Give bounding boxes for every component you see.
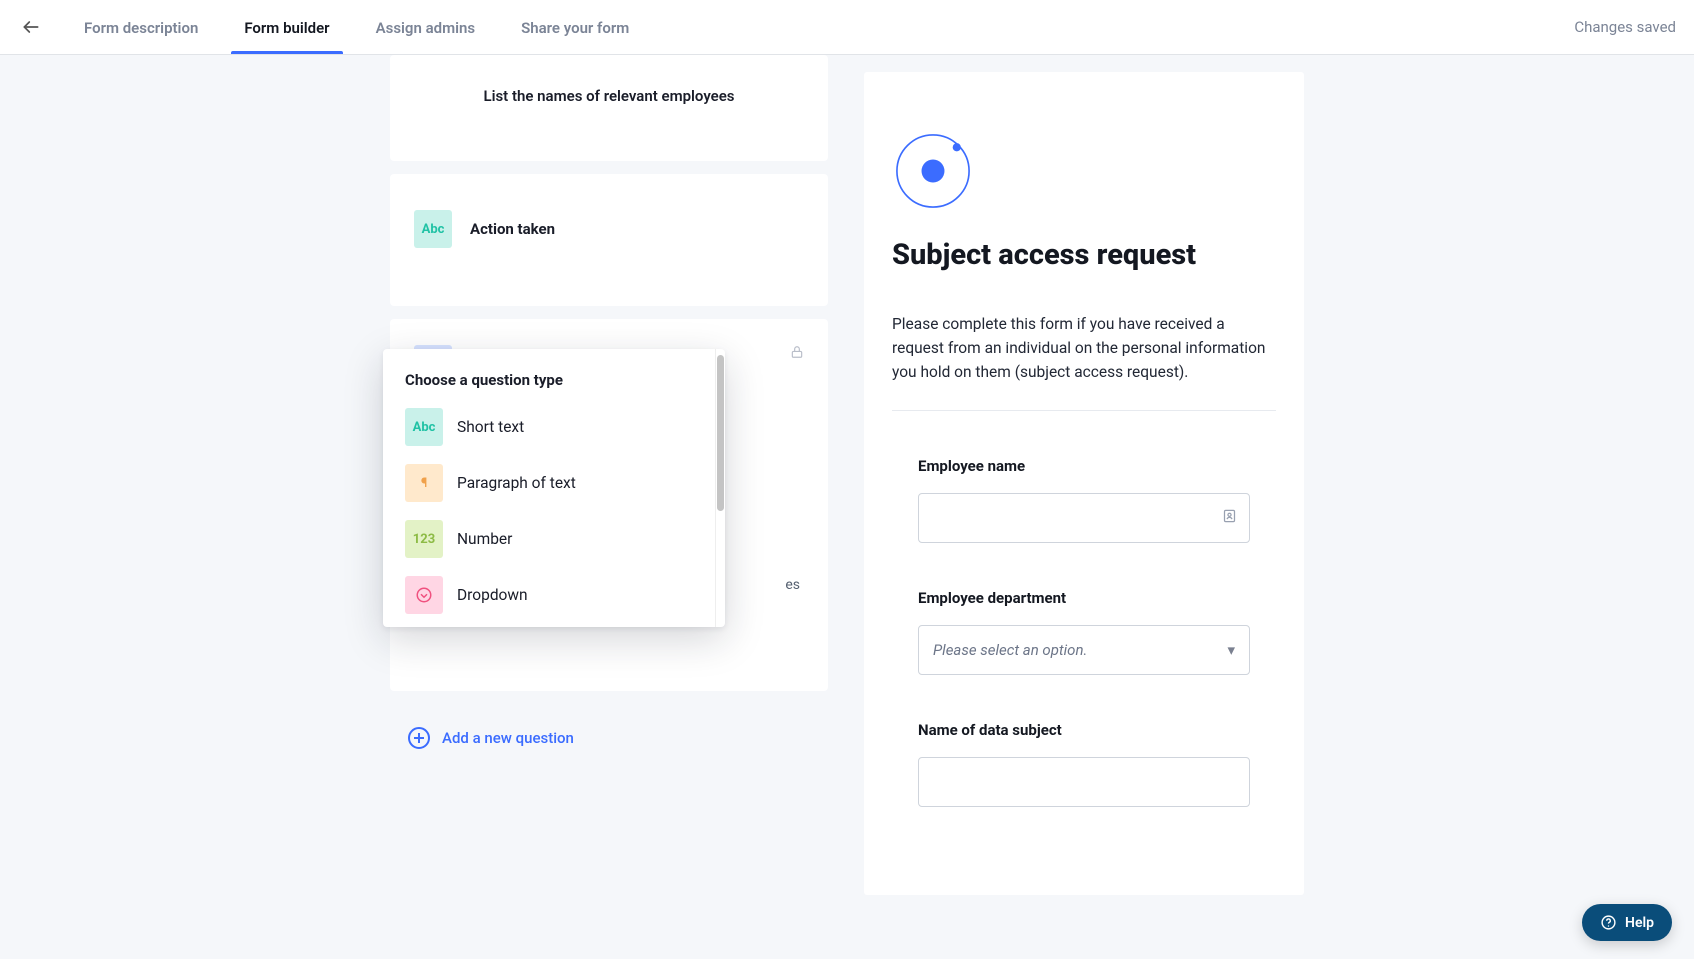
popover-option-dropdown[interactable]: Dropdown bbox=[383, 567, 725, 623]
field-label: Name of data subject bbox=[918, 721, 1250, 739]
builder-column: List the names of relevant employees Abc… bbox=[390, 55, 828, 895]
hidden-card-fragment: es bbox=[785, 577, 800, 593]
tab-strip: Form description Form builder Assign adm… bbox=[84, 2, 629, 53]
data-subject-input[interactable] bbox=[918, 757, 1250, 807]
preview-description: Please complete this form if you have re… bbox=[892, 312, 1276, 384]
add-question-button[interactable]: Add a new question bbox=[408, 727, 828, 749]
tab-assign-admins[interactable]: Assign admins bbox=[376, 2, 476, 53]
dropdown-icon bbox=[405, 576, 443, 614]
field-label: Employee name bbox=[918, 457, 1250, 475]
question-title: Action taken bbox=[470, 220, 555, 238]
top-bar: Form description Form builder Assign adm… bbox=[0, 0, 1694, 55]
tab-form-description[interactable]: Form description bbox=[84, 2, 198, 53]
question-type-popover: Choose a question type Abc Short text ¶ … bbox=[383, 349, 725, 627]
divider bbox=[892, 410, 1276, 411]
question-card[interactable]: List the names of relevant employees bbox=[390, 55, 828, 161]
popover-option-label: Short text bbox=[457, 418, 524, 436]
popover-option-label: Paragraph of text bbox=[457, 474, 576, 492]
tab-form-builder[interactable]: Form builder bbox=[244, 2, 329, 53]
work-area: List the names of relevant employees Abc… bbox=[0, 55, 1694, 895]
popover-option-number[interactable]: 123 Number bbox=[383, 511, 725, 567]
form-logo-icon bbox=[892, 130, 1276, 216]
question-card[interactable]: Abc Action taken bbox=[390, 174, 828, 306]
help-button[interactable]: Help bbox=[1582, 904, 1672, 941]
number-icon: 123 bbox=[405, 520, 443, 558]
contact-card-icon bbox=[1222, 509, 1237, 528]
help-label: Help bbox=[1625, 915, 1654, 931]
preview-field-employee-name: Employee name bbox=[918, 457, 1250, 543]
arrow-left-icon bbox=[21, 17, 41, 37]
select-placeholder: Please select an option. bbox=[933, 641, 1087, 659]
preview-panel: Subject access request Please complete t… bbox=[864, 72, 1304, 895]
type-badge-short-text: Abc bbox=[414, 210, 452, 248]
short-text-icon: Abc bbox=[405, 408, 443, 446]
question-title: List the names of relevant employees bbox=[414, 87, 804, 105]
save-status: Changes saved bbox=[1574, 18, 1676, 36]
preview-title: Subject access request bbox=[892, 238, 1276, 272]
tab-share-form[interactable]: Share your form bbox=[521, 2, 629, 53]
help-icon bbox=[1600, 914, 1617, 931]
field-label: Employee department bbox=[918, 589, 1250, 607]
lock-icon bbox=[790, 345, 804, 363]
popover-option-short-text[interactable]: Abc Short text bbox=[383, 399, 725, 455]
preview-field-employee-department: Employee department Please select an opt… bbox=[918, 589, 1250, 675]
preview-field-data-subject: Name of data subject bbox=[918, 721, 1250, 807]
popover-option-paragraph[interactable]: ¶ Paragraph of text bbox=[383, 455, 725, 511]
add-question-label: Add a new question bbox=[442, 729, 574, 747]
popover-option-label: Number bbox=[457, 530, 512, 548]
plus-circle-icon bbox=[408, 727, 430, 749]
chevron-down-icon: ▾ bbox=[1227, 641, 1235, 659]
back-button[interactable] bbox=[18, 14, 44, 40]
popover-option-label: Dropdown bbox=[457, 586, 528, 604]
question-card-editing[interactable]: es Choose a question type Abc Short text… bbox=[390, 319, 828, 691]
popover-title: Choose a question type bbox=[383, 371, 725, 399]
paragraph-icon: ¶ bbox=[405, 464, 443, 502]
popover-scrollbar[interactable] bbox=[715, 349, 725, 627]
employee-name-input[interactable] bbox=[918, 493, 1250, 543]
employee-department-select[interactable]: Please select an option. ▾ bbox=[918, 625, 1250, 675]
